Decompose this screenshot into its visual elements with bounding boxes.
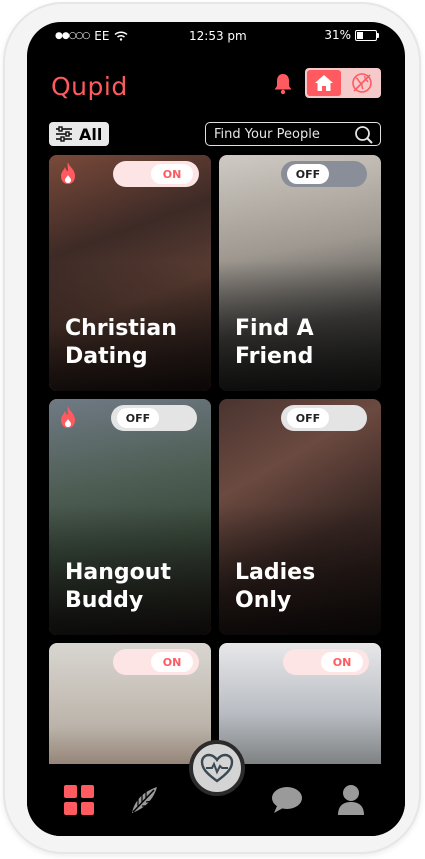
search-icon[interactable] <box>354 125 374 145</box>
card-toggle[interactable]: OFF <box>281 161 367 187</box>
status-bar: ●●○○○ EE 12:53 pm 31% <box>27 22 405 50</box>
flame-icon <box>61 406 75 428</box>
card-toggle[interactable]: ON <box>113 161 199 187</box>
bottom-tab-bar <box>27 740 405 836</box>
search-input[interactable]: Find Your People <box>205 122 381 146</box>
globe-icon[interactable] <box>343 68 381 98</box>
battery-status: 31% <box>324 28 379 42</box>
battery-percent: 31% <box>324 28 351 42</box>
sliders-icon <box>56 126 72 142</box>
toggle-state: ON <box>321 652 363 672</box>
carrier-name: EE <box>94 29 110 43</box>
toggle-state: OFF <box>287 408 329 428</box>
chat-icon[interactable] <box>271 786 303 818</box>
card-toggle[interactable]: ON <box>113 649 199 675</box>
heart-pulse-button[interactable] <box>189 740 245 796</box>
toggle-state: ON <box>151 164 193 184</box>
grid-icon[interactable] <box>63 784 95 820</box>
wifi-icon <box>114 31 128 41</box>
view-switch[interactable] <box>305 68 381 98</box>
card-title: Ladies Only <box>235 560 316 613</box>
flame-icon <box>61 162 75 184</box>
toggle-state: ON <box>151 652 193 672</box>
card-title: Christian Dating <box>65 316 177 369</box>
category-card-ladies-only[interactable]: OFF Ladies Only <box>219 399 381 635</box>
carrier: ●●○○○ EE <box>55 29 128 43</box>
profile-icon[interactable] <box>337 784 365 820</box>
card-toggle[interactable]: OFF <box>111 405 197 431</box>
filter-label: All <box>79 124 103 144</box>
filter-button[interactable]: All <box>49 122 109 146</box>
category-card-christian-dating[interactable]: ON Christian Dating <box>49 155 211 391</box>
search-placeholder: Find Your People <box>214 126 320 142</box>
leaf-icon[interactable] <box>128 784 160 820</box>
card-toggle[interactable]: OFF <box>281 405 367 431</box>
home-icon[interactable] <box>307 70 341 96</box>
card-title: Find A Friend <box>235 316 314 369</box>
heart-pulse-icon <box>200 753 234 783</box>
category-card-hangout-buddy[interactable]: OFF Hangout Buddy <box>49 399 211 635</box>
bell-icon[interactable] <box>271 72 295 100</box>
toggle-state: OFF <box>287 164 329 184</box>
app-screen: ●●○○○ EE 12:53 pm 31% Qupid All Find You… <box>27 22 405 836</box>
toggle-state: OFF <box>117 408 159 428</box>
card-title: Hangout Buddy <box>65 560 171 613</box>
phone-frame: ●●○○○ EE 12:53 pm 31% Qupid All Find You… <box>3 2 421 854</box>
card-toggle[interactable]: ON <box>283 649 369 675</box>
battery-level <box>357 31 363 39</box>
signal-icon: ●●○○○ <box>55 31 90 41</box>
status-time: 12:53 pm <box>189 29 247 43</box>
app-logo: Qupid <box>51 72 128 101</box>
category-card-find-a-friend[interactable]: OFF Find A Friend <box>219 155 381 391</box>
battery-icon <box>355 29 379 41</box>
